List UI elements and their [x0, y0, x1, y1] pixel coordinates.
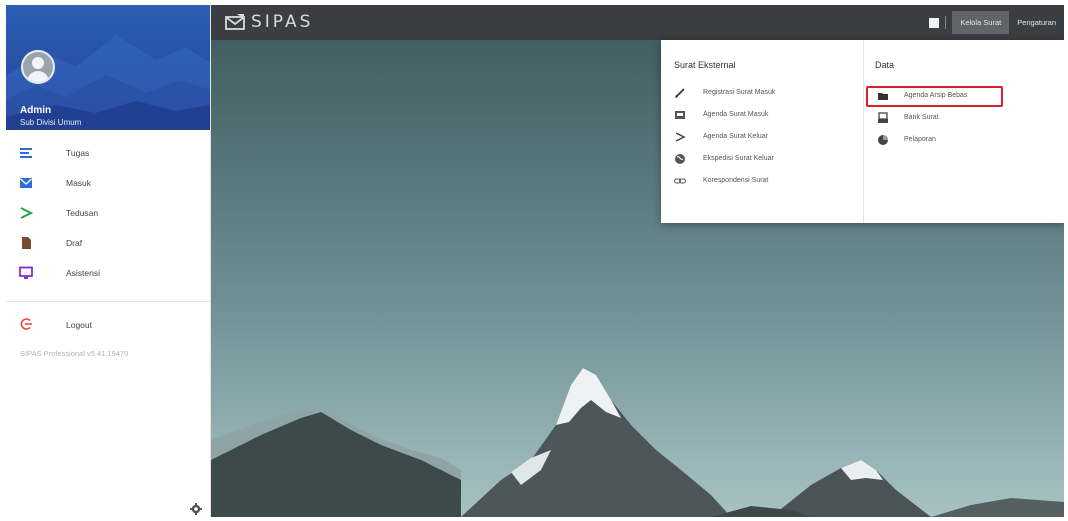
data-title: Data: [875, 60, 895, 70]
surat-eksternal-column: Surat Eksternal Registrasi Surat Masuk A…: [661, 40, 864, 223]
sidebar-item-draf[interactable]: Draf: [6, 228, 210, 258]
window-icon[interactable]: [929, 17, 940, 28]
avatar[interactable]: [21, 50, 55, 84]
sidebar-menu: Tugas Masuk Tedusan Draf Asistensi: [6, 138, 210, 288]
menu-item-ekspedisi-surat-keluar[interactable]: Ekspedisi Surat Keluar: [661, 148, 863, 170]
version-text: SIPAS Professional v5.41.19470: [20, 349, 129, 358]
profile-name: Admin: [20, 105, 52, 116]
gear-icon[interactable]: [190, 503, 202, 515]
send-icon: [675, 132, 686, 142]
sidebar-item-label: Draf: [66, 238, 83, 248]
sidebar-item-label: Tedusan: [66, 208, 99, 218]
inbox-icon: [675, 111, 685, 119]
pengaturan-button[interactable]: Pengaturan: [1009, 11, 1064, 34]
sidebar-item-asistensi[interactable]: Asistensi: [6, 258, 210, 288]
menu-item-agenda-surat-keluar[interactable]: Agenda Surat Keluar: [661, 126, 863, 148]
chart-icon: [878, 135, 888, 145]
kelola-surat-dropdown: Surat Eksternal Registrasi Surat Masuk A…: [661, 40, 1064, 223]
menu-item-label: Ekspedisi Surat Keluar: [703, 155, 774, 162]
sidebar-item-tedusan[interactable]: Tedusan: [6, 198, 210, 228]
sidebar-item-label: Asistensi: [66, 268, 101, 278]
app-logo[interactable]: SIPAS: [225, 12, 313, 32]
menu-item-label: Bank Surat: [904, 114, 939, 121]
sidebar-item-label: Masuk: [66, 178, 92, 188]
list-icon: [20, 148, 32, 158]
menu-item-label: Agenda Surat Masuk: [703, 111, 769, 118]
menu-item-label: Korespondensi Surat: [703, 177, 769, 184]
send-icon: [20, 207, 33, 219]
profile-role: Sub Divisi Umum: [20, 118, 82, 127]
menu-item-agenda-surat-masuk[interactable]: Agenda Surat Masuk: [661, 104, 863, 126]
sidebar: Admin Sub Divisi Umum Tugas Masuk Tedusa…: [6, 5, 211, 517]
monitor-icon: [19, 266, 33, 279]
menu-item-label: Agenda Surat Keluar: [703, 133, 768, 140]
sidebar-item-tugas[interactable]: Tugas: [6, 138, 210, 168]
topbar-actions: Kelola Surat Pengaturan: [929, 5, 1064, 40]
menu-item-korespondensi-surat[interactable]: Korespondensi Surat: [661, 170, 863, 192]
menu-item-label: Pelaporan: [904, 136, 936, 143]
menu-item-label: Agenda Arsip Bebas: [904, 92, 968, 99]
menu-item-label: Registrasi Surat Masuk: [703, 89, 776, 96]
document-icon: [22, 237, 31, 249]
data-column: Data Agenda Arsip Bebas Bank Surat Pelap…: [864, 40, 1064, 223]
logout-icon: [20, 318, 32, 330]
pencil-icon: [675, 88, 685, 98]
folder-icon: [878, 93, 888, 100]
main-area: SIPAS Kelola Surat Pengaturan Surat Ekst…: [211, 5, 1064, 517]
archive-icon: [878, 112, 888, 123]
menu-item-agenda-arsip-bebas[interactable]: Agenda Arsip Bebas: [864, 85, 1064, 107]
sidebar-item-masuk[interactable]: Masuk: [6, 168, 210, 198]
topbar: SIPAS Kelola Surat Pengaturan: [211, 5, 1064, 40]
logout-label: Logout: [66, 320, 92, 330]
app-window: Admin Sub Divisi Umum Tugas Masuk Tedusa…: [6, 5, 1064, 517]
mail-icon: [20, 178, 32, 188]
profile-header: Admin Sub Divisi Umum: [6, 5, 210, 130]
surat-eksternal-title: Surat Eksternal: [674, 60, 736, 70]
topbar-separator: [945, 16, 947, 29]
logo-envelope-icon: [225, 14, 245, 30]
menu-item-registrasi-surat-masuk[interactable]: Registrasi Surat Masuk: [661, 82, 863, 104]
sidebar-item-label: Tugas: [66, 148, 90, 158]
kelola-surat-button[interactable]: Kelola Surat: [952, 11, 1010, 34]
logo-text: SIPAS: [251, 12, 314, 32]
logout-button[interactable]: Logout: [6, 309, 210, 339]
link-icon: [674, 178, 686, 184]
globe-icon: [675, 154, 685, 164]
menu-item-bank-surat[interactable]: Bank Surat: [864, 107, 1064, 129]
menu-item-pelaporan[interactable]: Pelaporan: [864, 129, 1064, 151]
sidebar-divider: [6, 301, 210, 302]
